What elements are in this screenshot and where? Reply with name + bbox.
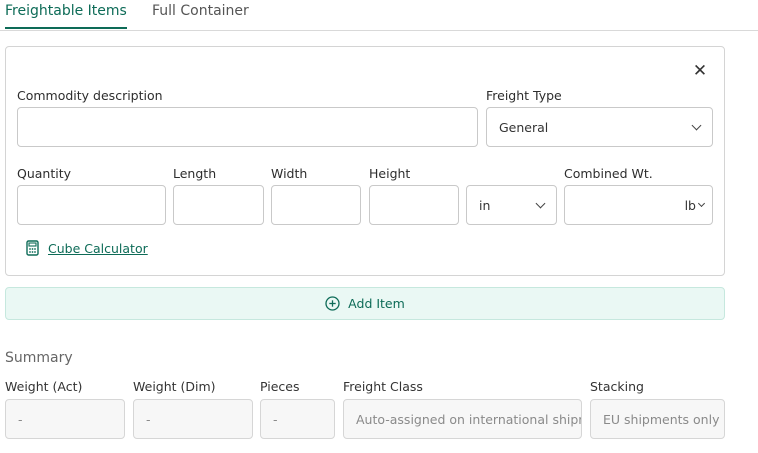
dimension-unit-value: in (479, 197, 491, 213)
combined-weight-label: Combined Wt. (564, 166, 653, 181)
freight-type-value: General (499, 119, 549, 135)
close-icon[interactable]: ✕ (690, 61, 710, 81)
chevron-down-icon (691, 120, 702, 130)
freight-class-label: Freight Class (343, 379, 423, 394)
height-label: Height (369, 166, 411, 181)
calculator-icon (26, 240, 39, 256)
freight-item-card: ✕ Commodity description Freight Type Gen… (5, 46, 725, 276)
add-item-button[interactable]: Add Item (5, 287, 725, 320)
tab-freightable-items[interactable]: Freightable Items (5, 3, 127, 29)
freight-class-field: Auto-assigned on international shipme (343, 399, 582, 439)
height-input[interactable] (369, 185, 459, 225)
dimension-unit-select[interactable]: in (466, 185, 557, 225)
summary-title: Summary (5, 350, 73, 366)
width-input[interactable] (271, 185, 361, 225)
commodity-description-input[interactable] (17, 107, 478, 147)
cube-calculator-label[interactable]: Cube Calculator (48, 241, 148, 256)
length-label: Length (173, 166, 217, 181)
weight-dim-field: - (133, 399, 253, 439)
chevron-down-icon (697, 199, 706, 208)
quantity-input[interactable] (17, 185, 166, 225)
add-item-label: Add Item (348, 296, 405, 311)
tab-bar: Freightable Items Full Container (0, 0, 758, 31)
stacking-field: EU shipments only (590, 399, 725, 439)
quantity-label: Quantity (17, 166, 72, 181)
combined-weight-input[interactable]: lb (564, 185, 713, 225)
tab-full-container[interactable]: Full Container (152, 3, 249, 19)
chevron-down-icon (535, 198, 546, 208)
freight-type-label: Freight Type (486, 88, 562, 103)
cube-calculator-link[interactable]: Cube Calculator (26, 240, 148, 256)
weight-unit-value[interactable]: lb (685, 198, 696, 213)
width-label: Width (271, 166, 308, 181)
stacking-label: Stacking (590, 379, 644, 394)
pieces-label: Pieces (260, 379, 300, 394)
plus-circle-icon (325, 296, 340, 311)
length-input[interactable] (173, 185, 264, 225)
freight-type-select[interactable]: General (486, 107, 713, 147)
weight-act-field: - (5, 399, 125, 439)
weight-act-label: Weight (Act) (5, 379, 83, 394)
weight-dim-label: Weight (Dim) (133, 379, 216, 394)
pieces-field: - (260, 399, 335, 439)
commodity-description-label: Commodity description (17, 88, 163, 103)
